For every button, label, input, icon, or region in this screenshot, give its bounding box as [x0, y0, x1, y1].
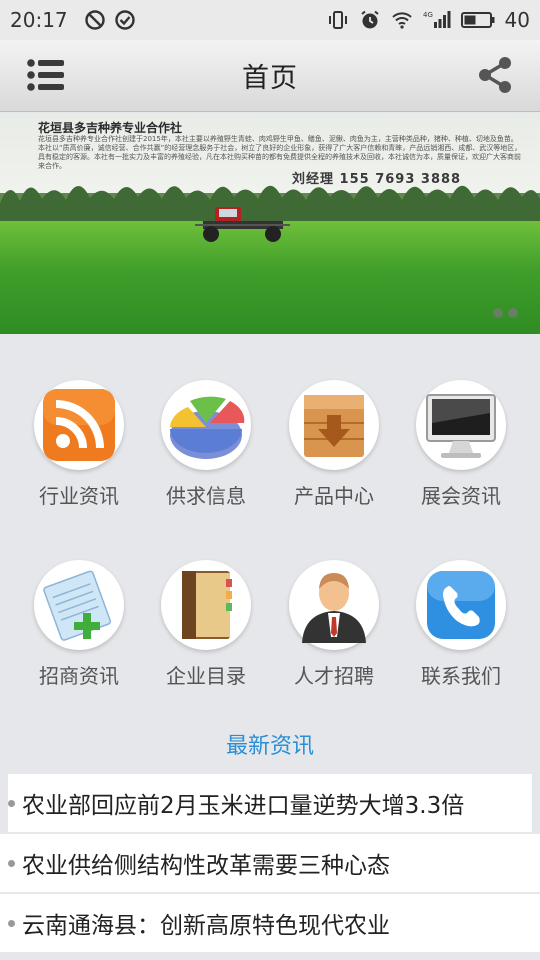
rss-feed-icon: [43, 389, 115, 461]
bullet-icon: [8, 920, 15, 927]
grid-item-exhibition-news[interactable]: 展会资讯: [397, 380, 525, 510]
product-box-icon: [304, 395, 364, 457]
banner-description: 花垣县多吉种养专业合作社创建于2015年，本社主要以养殖野生青蛙、肉鸡野生甲鱼、…: [38, 135, 522, 170]
carousel-dot[interactable]: [508, 308, 518, 318]
person-icon: [302, 573, 366, 643]
news-item[interactable]: 农业供给侧结构性改革需要三种心态: [0, 834, 540, 892]
grid-item-investment-news[interactable]: 招商资讯: [15, 560, 143, 690]
4g-signal-icon: 4G: [423, 11, 451, 28]
carousel-dot[interactable]: [493, 308, 503, 318]
news-title: 农业部回应前2月玉米进口量逆势大增3.3倍: [22, 793, 465, 819]
pie-chart-icon: [170, 396, 245, 459]
grid-label: 招商资讯: [39, 664, 119, 688]
grid-label: 展会资讯: [421, 484, 501, 508]
grid-item-industry-news[interactable]: 行业资讯: [15, 380, 143, 510]
grid-item-company-directory[interactable]: 企业目录: [142, 560, 270, 690]
grid-label: 人才招聘: [294, 664, 374, 688]
news-title: 农业供给侧结构性改革需要三种心态: [22, 853, 390, 879]
banner-carousel[interactable]: 花垣县多吉种养专业合作社 花垣县多吉种养专业合作社创建于2015年，本社主要以养…: [0, 113, 540, 334]
grid-item-contact-us[interactable]: 联系我们: [397, 560, 525, 690]
banner-title: 花垣县多吉种养专业合作社: [38, 121, 183, 135]
alarm-icon: [360, 10, 379, 29]
bullet-icon: [8, 800, 15, 807]
directory-book-icon: [182, 571, 232, 639]
news-list: 农业部回应前2月玉米进口量逆势大增3.3倍 农业供给侧结构性改革需要三种心态 云…: [0, 774, 540, 954]
status-bar: 20:17 4G 40: [0, 0, 540, 40]
status-time: 20:17: [10, 8, 68, 32]
news-heading: 最新资讯: [225, 734, 314, 759]
grid-item-product-center[interactable]: 产品中心: [270, 380, 398, 510]
do-not-disturb-icon: [84, 10, 105, 30]
battery-icon: [460, 12, 495, 28]
share-icon[interactable]: [476, 56, 514, 94]
check-circle-icon: [114, 10, 135, 30]
grid-label: 产品中心: [294, 484, 374, 508]
grid-label: 联系我们: [421, 664, 501, 688]
menu-list-icon[interactable]: [26, 58, 66, 92]
grid-label: 行业资讯: [39, 484, 119, 508]
grid-label: 企业目录: [166, 664, 246, 688]
news-title: 云南通海县：创新高原特色现代农业: [22, 913, 390, 939]
tractor-image: [195, 207, 290, 242]
notepad-add-icon: [43, 570, 112, 641]
grid-item-talent-recruitment[interactable]: 人才招聘: [270, 560, 398, 690]
grid-item-supply-demand[interactable]: 供求信息: [142, 380, 270, 510]
news-item[interactable]: 云南通海县：创新高原特色现代农业: [0, 894, 540, 952]
carousel-indicator: [493, 308, 518, 318]
news-item[interactable]: 农业部回应前2月玉米进口量逆势大增3.3倍: [8, 774, 532, 832]
svg-text:4G: 4G: [423, 11, 433, 19]
phone-icon: [427, 571, 495, 639]
monitor-icon: [426, 394, 496, 458]
banner-contact: 刘经理 155 7693 3888: [292, 172, 462, 187]
wifi-icon: [391, 12, 412, 29]
page-title: 首页: [242, 63, 298, 94]
grid-label: 供求信息: [166, 484, 246, 508]
battery-level: 40: [504, 8, 530, 32]
bullet-icon: [8, 860, 15, 867]
vibrate-icon: [328, 11, 347, 29]
app-bar: 首页: [0, 40, 540, 112]
